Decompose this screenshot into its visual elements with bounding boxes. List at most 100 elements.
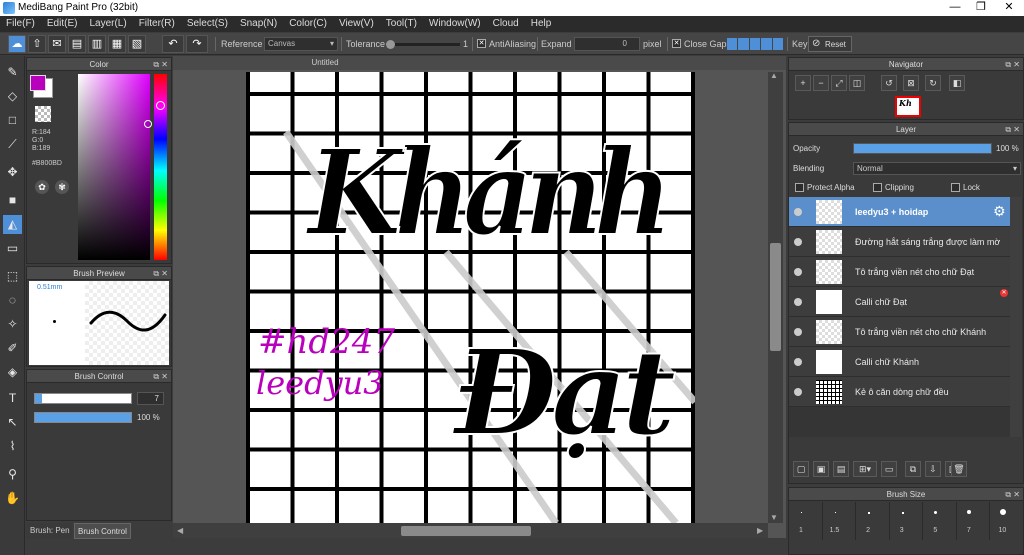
line-tool-icon[interactable]: ⟋ [3, 135, 22, 154]
tolerance-slider-handle[interactable] [386, 40, 395, 49]
menu-tool[interactable]: Tool(T) [380, 16, 423, 32]
vertical-scroll-thumb[interactable] [770, 243, 781, 351]
reference-select[interactable]: Canvas ▾ [264, 37, 338, 51]
comment-icon[interactable]: ✉ [48, 35, 66, 53]
share-icon[interactable]: ⇧ [28, 35, 46, 53]
duplicate-layer-icon[interactable]: ⧉ [905, 461, 921, 477]
gear-icon[interactable]: ⚙ [993, 203, 1006, 220]
expand-input[interactable]: 0 [574, 37, 640, 51]
antialias-checkbox[interactable]: ✕ [477, 39, 486, 48]
menu-file[interactable]: File(F) [0, 16, 41, 32]
shape-tool-icon[interactable]: □ [3, 111, 22, 130]
eye-icon[interactable] [794, 238, 802, 246]
clipping-checkbox[interactable] [873, 183, 882, 192]
layer-list-scrollbar[interactable] [1010, 197, 1022, 437]
brush-size-cell[interactable]: 7 [957, 502, 991, 540]
page-icon[interactable]: ▥ [88, 35, 106, 53]
menu-edit[interactable]: Edit(E) [41, 16, 84, 32]
select-pen-icon[interactable]: ✐ [3, 339, 22, 358]
closegaps-level[interactable] [727, 38, 784, 50]
layer-opacity-slider[interactable] [853, 143, 992, 154]
eye-icon[interactable] [794, 208, 802, 216]
operation-tool-icon[interactable]: ↖ [3, 413, 22, 432]
merge-layer-icon[interactable]: ⇩ [925, 461, 941, 477]
reset-button[interactable]: ⊘ Reset [808, 36, 852, 52]
dropper-tool-icon[interactable]: ⌇ [3, 437, 22, 456]
eye-icon[interactable] [794, 298, 802, 306]
closegaps-checkbox[interactable]: ✕ [672, 39, 681, 48]
brush-size-cell[interactable]: 1 [789, 502, 823, 540]
new-halftone-layer-icon[interactable]: ▣ [813, 461, 829, 477]
menu-snap[interactable]: Snap(N) [234, 16, 283, 32]
brush-size-slider[interactable] [34, 393, 132, 404]
tolerance-slider[interactable] [386, 43, 460, 46]
menu-layer[interactable]: Layer(L) [83, 16, 132, 32]
menu-cloud[interactable]: Cloud [487, 16, 525, 32]
zoom-out-icon[interactable]: − [813, 75, 829, 91]
folder-icon[interactable]: ▭ [881, 461, 897, 477]
new-layer-icon[interactable]: ▢ [793, 461, 809, 477]
select-tool-icon[interactable]: ⬚ [3, 267, 22, 286]
panel-float-close-icon[interactable]: ⧉ ✕ [153, 370, 168, 383]
lock-checkbox[interactable] [951, 183, 960, 192]
vertical-scrollbar[interactable]: ▲ ▼ [768, 71, 783, 523]
panel-float-close-icon[interactable]: ⧉ ✕ [153, 58, 168, 71]
book-icon[interactable]: ▧ [128, 35, 146, 53]
drawing-canvas[interactable]: Khánh Đạt #hd247 leedyu3 [246, 72, 695, 523]
menu-select[interactable]: Select(S) [181, 16, 234, 32]
document-tab[interactable]: Untitled [173, 56, 477, 70]
text-tool-icon[interactable]: T [3, 389, 22, 408]
horizontal-scroll-thumb[interactable] [401, 526, 531, 536]
layer-row[interactable]: leedyu3 + hoidap ⚙ [789, 197, 1022, 227]
navigator-thumbnail[interactable]: Kh [895, 96, 921, 117]
brush-size-cell[interactable]: 2 [856, 502, 890, 540]
fit-window-icon[interactable]: ⤢ [831, 75, 847, 91]
eye-icon[interactable] [794, 358, 802, 366]
layer-row[interactable]: Tô trắng viền nét cho chữ Khánh [789, 317, 1022, 347]
undo-button[interactable]: ↶ [162, 35, 184, 53]
select-eraser-icon[interactable]: ◈ [3, 363, 22, 382]
panel-float-close-icon[interactable]: ⧉ ✕ [153, 267, 168, 280]
minimize-button[interactable]: — [942, 0, 968, 16]
brush-size-cell[interactable]: 1.5 [823, 502, 857, 540]
rotate-right-icon[interactable]: ↻ [925, 75, 941, 91]
magic-wand-icon[interactable]: ✧ [3, 315, 22, 334]
horizontal-scrollbar[interactable]: ◀ ▶ [173, 523, 768, 538]
tab-brush-control[interactable]: Brush Control [74, 523, 131, 539]
trash-icon[interactable]: 🗑 [951, 461, 967, 477]
brush-size-cell[interactable]: 3 [890, 502, 924, 540]
transparent-color[interactable] [35, 106, 51, 122]
lasso-tool-icon[interactable]: ◌ [3, 291, 22, 310]
hue-slider-handle[interactable] [156, 101, 165, 110]
primary-color[interactable] [30, 75, 46, 91]
tab-brush-pen[interactable]: Brush: Pen [26, 523, 72, 539]
eye-icon[interactable] [794, 268, 802, 276]
bucket-tool-icon[interactable]: ◭ [3, 215, 22, 234]
protect-alpha-checkbox[interactable] [795, 183, 804, 192]
saturation-value-picker[interactable] [78, 74, 150, 260]
scroll-right-icon[interactable]: ▶ [757, 526, 763, 535]
panel-float-close-icon[interactable]: ⧉ ✕ [1005, 58, 1020, 71]
layer-row[interactable]: Tô trắng viền nét cho chữ Đạt [789, 257, 1022, 287]
maximize-button[interactable]: ❐ [968, 0, 994, 16]
menu-window[interactable]: Window(W) [423, 16, 487, 32]
brush-size-cell[interactable]: 10 [990, 502, 1023, 540]
layer-row[interactable]: Calli chữ Khánh [789, 347, 1022, 377]
palette-icon[interactable]: ✿ [35, 180, 49, 194]
chat-icon[interactable]: ▤ [68, 35, 86, 53]
pages-icon[interactable]: ▦ [108, 35, 126, 53]
brush-opacity-slider[interactable] [34, 412, 132, 423]
layer-row[interactable]: Kẻ ô căn dòng chữ đều [789, 377, 1022, 407]
layer-row[interactable]: Calli chữ Đạt ✕ [789, 287, 1022, 317]
palette-add-icon[interactable]: ✾ [55, 180, 69, 194]
brush-size-input[interactable]: 7 [137, 392, 164, 405]
close-button[interactable]: ✕ [994, 0, 1024, 16]
brush-size-cell[interactable]: 5 [923, 502, 957, 540]
actual-size-icon[interactable]: ◫ [849, 75, 865, 91]
blending-select[interactable]: Normal ▾ [853, 162, 1021, 175]
sv-picker-cursor[interactable] [144, 120, 152, 128]
scroll-down-icon[interactable]: ▼ [770, 513, 778, 522]
new-8bit-layer-icon[interactable]: ▤ [833, 461, 849, 477]
menu-help[interactable]: Help [525, 16, 558, 32]
menu-view[interactable]: View(V) [333, 16, 380, 32]
